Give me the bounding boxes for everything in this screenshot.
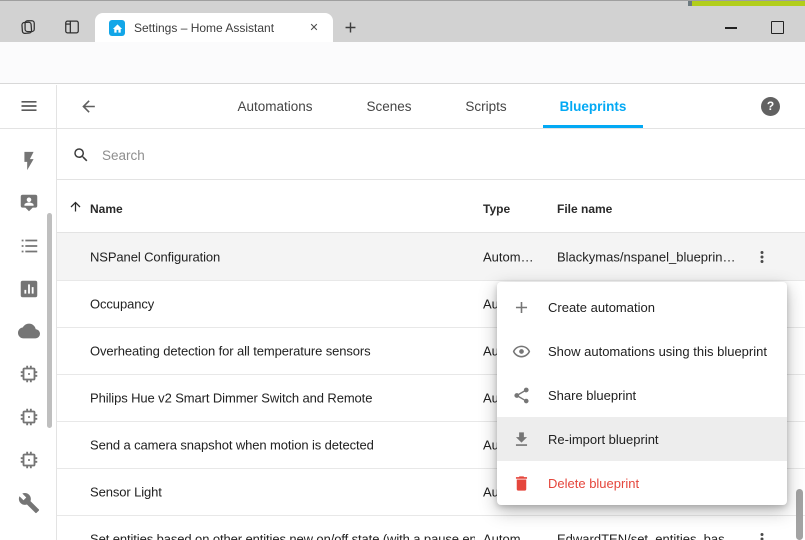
row-name: Occupancy xyxy=(90,297,154,312)
history-chart-icon[interactable] xyxy=(18,278,40,300)
column-type[interactable]: Type xyxy=(483,202,510,216)
kebab-menu-icon[interactable] xyxy=(753,248,771,266)
tab-automations[interactable]: Automations xyxy=(237,99,312,114)
user-badge-icon[interactable] xyxy=(18,192,40,214)
tab-scripts[interactable]: Scripts xyxy=(465,99,506,114)
browser-titlebar: Settings – Home Assistant ✕ xyxy=(0,0,805,42)
row-file: Blackymas/nspanel_blueprin… xyxy=(557,249,735,264)
kebab-menu-icon[interactable] xyxy=(753,530,771,540)
tab-title: Settings – Home Assistant xyxy=(134,21,274,35)
column-file-name[interactable]: File name xyxy=(557,202,612,216)
close-icon[interactable]: ✕ xyxy=(306,20,322,36)
table-row[interactable]: Set entities based on other entities new… xyxy=(57,516,805,540)
chip-icon[interactable] xyxy=(18,406,40,428)
list-icon[interactable] xyxy=(18,235,40,257)
maximize-icon[interactable] xyxy=(771,21,784,34)
search-row xyxy=(57,129,805,180)
search-icon xyxy=(72,146,90,164)
browser-window: Settings – Home Assistant ✕ Not secure h… xyxy=(0,0,805,540)
background-window-strip xyxy=(692,1,805,6)
cloud-icon[interactable] xyxy=(18,320,40,342)
browser-tab[interactable]: Settings – Home Assistant ✕ xyxy=(95,13,333,43)
menu-item-label: Delete blueprint xyxy=(548,476,639,491)
sidebar xyxy=(0,85,57,540)
minimize-icon[interactable] xyxy=(725,27,737,29)
share-icon xyxy=(512,386,531,405)
table-row[interactable]: NSPanel Configuration Autom… Blackymas/n… xyxy=(57,233,805,281)
context-menu: Create automation Show automations using… xyxy=(497,282,787,505)
search-input[interactable] xyxy=(100,143,504,167)
menu-item-label: Show automations using this blueprint xyxy=(548,344,767,359)
tab-scenes[interactable]: Scenes xyxy=(366,99,411,114)
vertical-tabs-icon[interactable] xyxy=(62,17,82,37)
chip-icon[interactable] xyxy=(18,363,40,385)
chip-icon[interactable] xyxy=(18,449,40,471)
row-name: Set entities based on other entities new… xyxy=(90,532,475,540)
row-name: Send a camera snapshot when motion is de… xyxy=(90,438,374,453)
table-header: Name Type File name xyxy=(57,181,805,233)
home-assistant-app: Automations Scenes Scripts Blueprints ? … xyxy=(0,85,805,540)
wrench-icon[interactable] xyxy=(18,492,40,514)
tab-blueprints[interactable]: Blueprints xyxy=(560,99,627,114)
menu-item-create-automation[interactable]: Create automation xyxy=(497,285,787,329)
row-type: Autom… xyxy=(483,249,534,264)
menu-item-show-automations[interactable]: Show automations using this blueprint xyxy=(497,329,787,373)
menu-icon[interactable] xyxy=(19,96,39,116)
row-name: Philips Hue v2 Smart Dimmer Switch and R… xyxy=(90,391,372,406)
menu-item-label: Share blueprint xyxy=(548,388,636,403)
help-icon[interactable]: ? xyxy=(761,97,780,116)
menu-item-label: Re-import blueprint xyxy=(548,432,659,447)
menu-item-share-blueprint[interactable]: Share blueprint xyxy=(497,373,787,417)
row-name: NSPanel Configuration xyxy=(90,249,220,264)
menu-item-reimport-blueprint[interactable]: Re-import blueprint xyxy=(497,417,787,461)
menu-item-label: Create automation xyxy=(548,300,655,315)
menu-item-delete-blueprint[interactable]: Delete blueprint xyxy=(497,461,787,505)
row-name: Sensor Light xyxy=(90,485,162,500)
plus-icon xyxy=(512,298,531,317)
new-tab-icon[interactable] xyxy=(342,19,359,36)
row-file: EdwardTEN/set_entities_bas… xyxy=(557,532,738,540)
back-arrow-icon[interactable] xyxy=(79,97,98,116)
column-name[interactable]: Name xyxy=(90,202,123,216)
main-scrollbar[interactable] xyxy=(796,489,803,540)
trash-icon xyxy=(512,474,531,493)
sidebar-scrollbar[interactable] xyxy=(47,213,52,428)
home-assistant-favicon xyxy=(109,20,125,36)
eye-icon xyxy=(512,342,531,361)
row-type: Autom… xyxy=(483,532,534,540)
sort-ascending-icon[interactable] xyxy=(68,199,83,214)
row-name: Overheating detection for all temperatur… xyxy=(90,344,371,359)
workspaces-icon[interactable] xyxy=(18,17,38,37)
flash-icon[interactable] xyxy=(18,150,40,172)
download-icon xyxy=(512,430,531,449)
browser-toolbar: Not secure homeassistant.local:8123/… A)… xyxy=(0,42,805,84)
